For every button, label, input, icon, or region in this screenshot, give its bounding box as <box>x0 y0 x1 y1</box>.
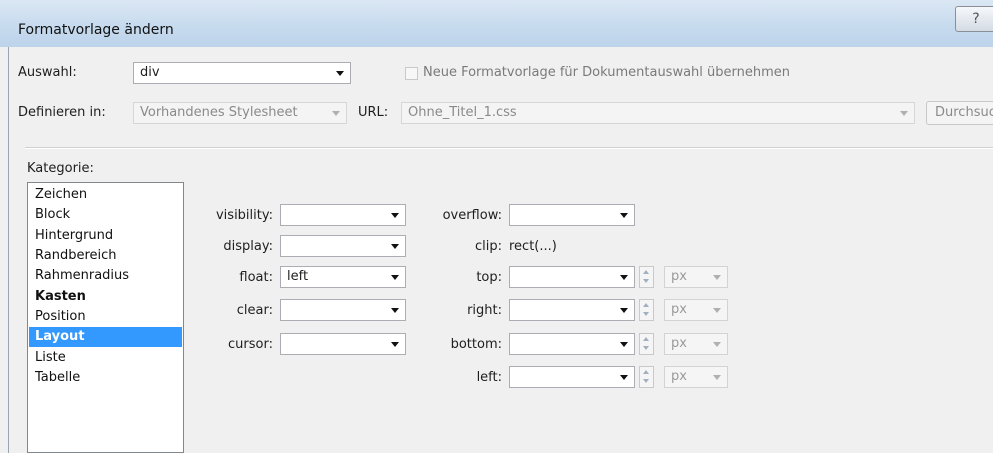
help-button[interactable]: ? <box>955 6 993 32</box>
bottom-unit-value: px <box>671 336 687 351</box>
left-unit-value: px <box>671 369 687 384</box>
clear-label: clear: <box>236 303 273 318</box>
left-combo[interactable] <box>509 366 635 388</box>
category-item-block[interactable]: Block <box>29 205 182 225</box>
chevron-down-icon <box>713 342 721 347</box>
selection-combo[interactable]: div <box>133 62 351 84</box>
chevron-down-icon <box>620 342 628 347</box>
visibility-label: visibility: <box>215 208 273 223</box>
separator <box>25 147 993 149</box>
top-unit-combo[interactable]: px <box>664 266 728 288</box>
url-combo[interactable]: Ohne_Titel_1.css <box>401 102 915 124</box>
bottom-unit-combo[interactable]: px <box>664 333 728 355</box>
left-unit-combo[interactable]: px <box>664 366 728 388</box>
new-style-checkbox-label: Neue Formatvorlage für Dokumentauswahl ü… <box>423 65 791 80</box>
left-label: left: <box>476 370 502 385</box>
left-spinner[interactable] <box>639 366 654 388</box>
arrow-down-icon <box>643 279 649 283</box>
arrow-down-icon <box>643 312 649 316</box>
browse-button-label: Durchsuc <box>935 105 993 120</box>
arrow-down-icon <box>643 379 649 383</box>
arrow-up-icon <box>643 270 649 274</box>
selection-value: div <box>140 65 160 80</box>
chevron-down-icon <box>391 213 399 218</box>
float-label: float: <box>239 270 273 285</box>
dialog-body: Auswahl: div Neue Formatvorlage für Doku… <box>8 47 993 453</box>
overflow-combo[interactable] <box>509 204 635 226</box>
chevron-down-icon <box>900 111 908 116</box>
define-in-label: Definieren in: <box>18 105 106 120</box>
bottom-combo[interactable] <box>509 333 635 355</box>
right-label: right: <box>467 303 502 318</box>
chevron-down-icon <box>713 275 721 280</box>
chevron-down-icon <box>391 342 399 347</box>
chevron-down-icon <box>620 213 628 218</box>
define-in-combo[interactable]: Vorhandenes Stylesheet <box>133 102 347 124</box>
chevron-down-icon <box>336 71 344 76</box>
chevron-down-icon <box>620 275 628 280</box>
top-combo[interactable] <box>509 266 635 288</box>
url-value: Ohne_Titel_1.css <box>408 105 517 120</box>
category-item-rahmenradius[interactable]: Rahmenradius <box>29 266 182 286</box>
display-combo[interactable] <box>280 235 406 257</box>
top-spinner[interactable] <box>639 266 654 288</box>
display-label: display: <box>223 239 273 254</box>
category-item-liste[interactable]: Liste <box>29 348 182 368</box>
category-item-zeichen[interactable]: Zeichen <box>29 185 182 205</box>
visibility-combo[interactable] <box>280 204 406 226</box>
chevron-down-icon <box>391 275 399 280</box>
chevron-down-icon <box>713 375 721 380</box>
category-label: Kategorie: <box>27 161 94 176</box>
top-label: top: <box>476 270 502 285</box>
category-item-hintergrund[interactable]: Hintergrund <box>29 226 182 246</box>
title-bar: Formatvorlage ändern ? <box>0 0 993 47</box>
browse-button[interactable]: Durchsuc <box>926 101 993 125</box>
right-unit-value: px <box>671 302 687 317</box>
chevron-down-icon <box>391 244 399 249</box>
window-title: Formatvorlage ändern <box>18 22 174 38</box>
selection-label: Auswahl: <box>18 65 77 80</box>
overflow-label: overflow: <box>442 208 502 223</box>
right-unit-combo[interactable]: px <box>664 299 728 321</box>
top-unit-value: px <box>671 269 687 284</box>
bottom-spinner[interactable] <box>639 333 654 355</box>
chevron-down-icon <box>713 308 721 313</box>
category-item-randbereich[interactable]: Randbereich <box>29 246 182 266</box>
float-combo[interactable]: left <box>280 266 406 288</box>
chevron-down-icon <box>391 308 399 313</box>
arrow-up-icon <box>643 370 649 374</box>
category-item-layout[interactable]: Layout <box>29 327 182 347</box>
arrow-down-icon <box>643 346 649 350</box>
clear-combo[interactable] <box>280 299 406 321</box>
float-value: left <box>287 269 309 284</box>
category-item-kasten[interactable]: Kasten <box>29 287 182 307</box>
url-label: URL: <box>358 105 389 120</box>
cursor-label: cursor: <box>228 337 273 352</box>
category-item-tabelle[interactable]: Tabelle <box>29 368 182 388</box>
chevron-down-icon <box>620 308 628 313</box>
new-style-checkbox[interactable] <box>405 67 418 80</box>
right-combo[interactable] <box>509 299 635 321</box>
right-spinner[interactable] <box>639 299 654 321</box>
category-list[interactable]: Zeichen Block Hintergrund Randbereich Ra… <box>27 182 184 453</box>
chevron-down-icon <box>620 375 628 380</box>
arrow-up-icon <box>643 303 649 307</box>
clip-label: clip: <box>474 239 502 254</box>
clip-value-link[interactable]: rect(...) <box>509 239 557 254</box>
category-item-position[interactable]: Position <box>29 307 182 327</box>
chevron-down-icon <box>332 111 340 116</box>
bottom-label: bottom: <box>450 337 502 352</box>
arrow-up-icon <box>643 337 649 341</box>
cursor-combo[interactable] <box>280 333 406 355</box>
define-in-value: Vorhandenes Stylesheet <box>140 105 298 120</box>
